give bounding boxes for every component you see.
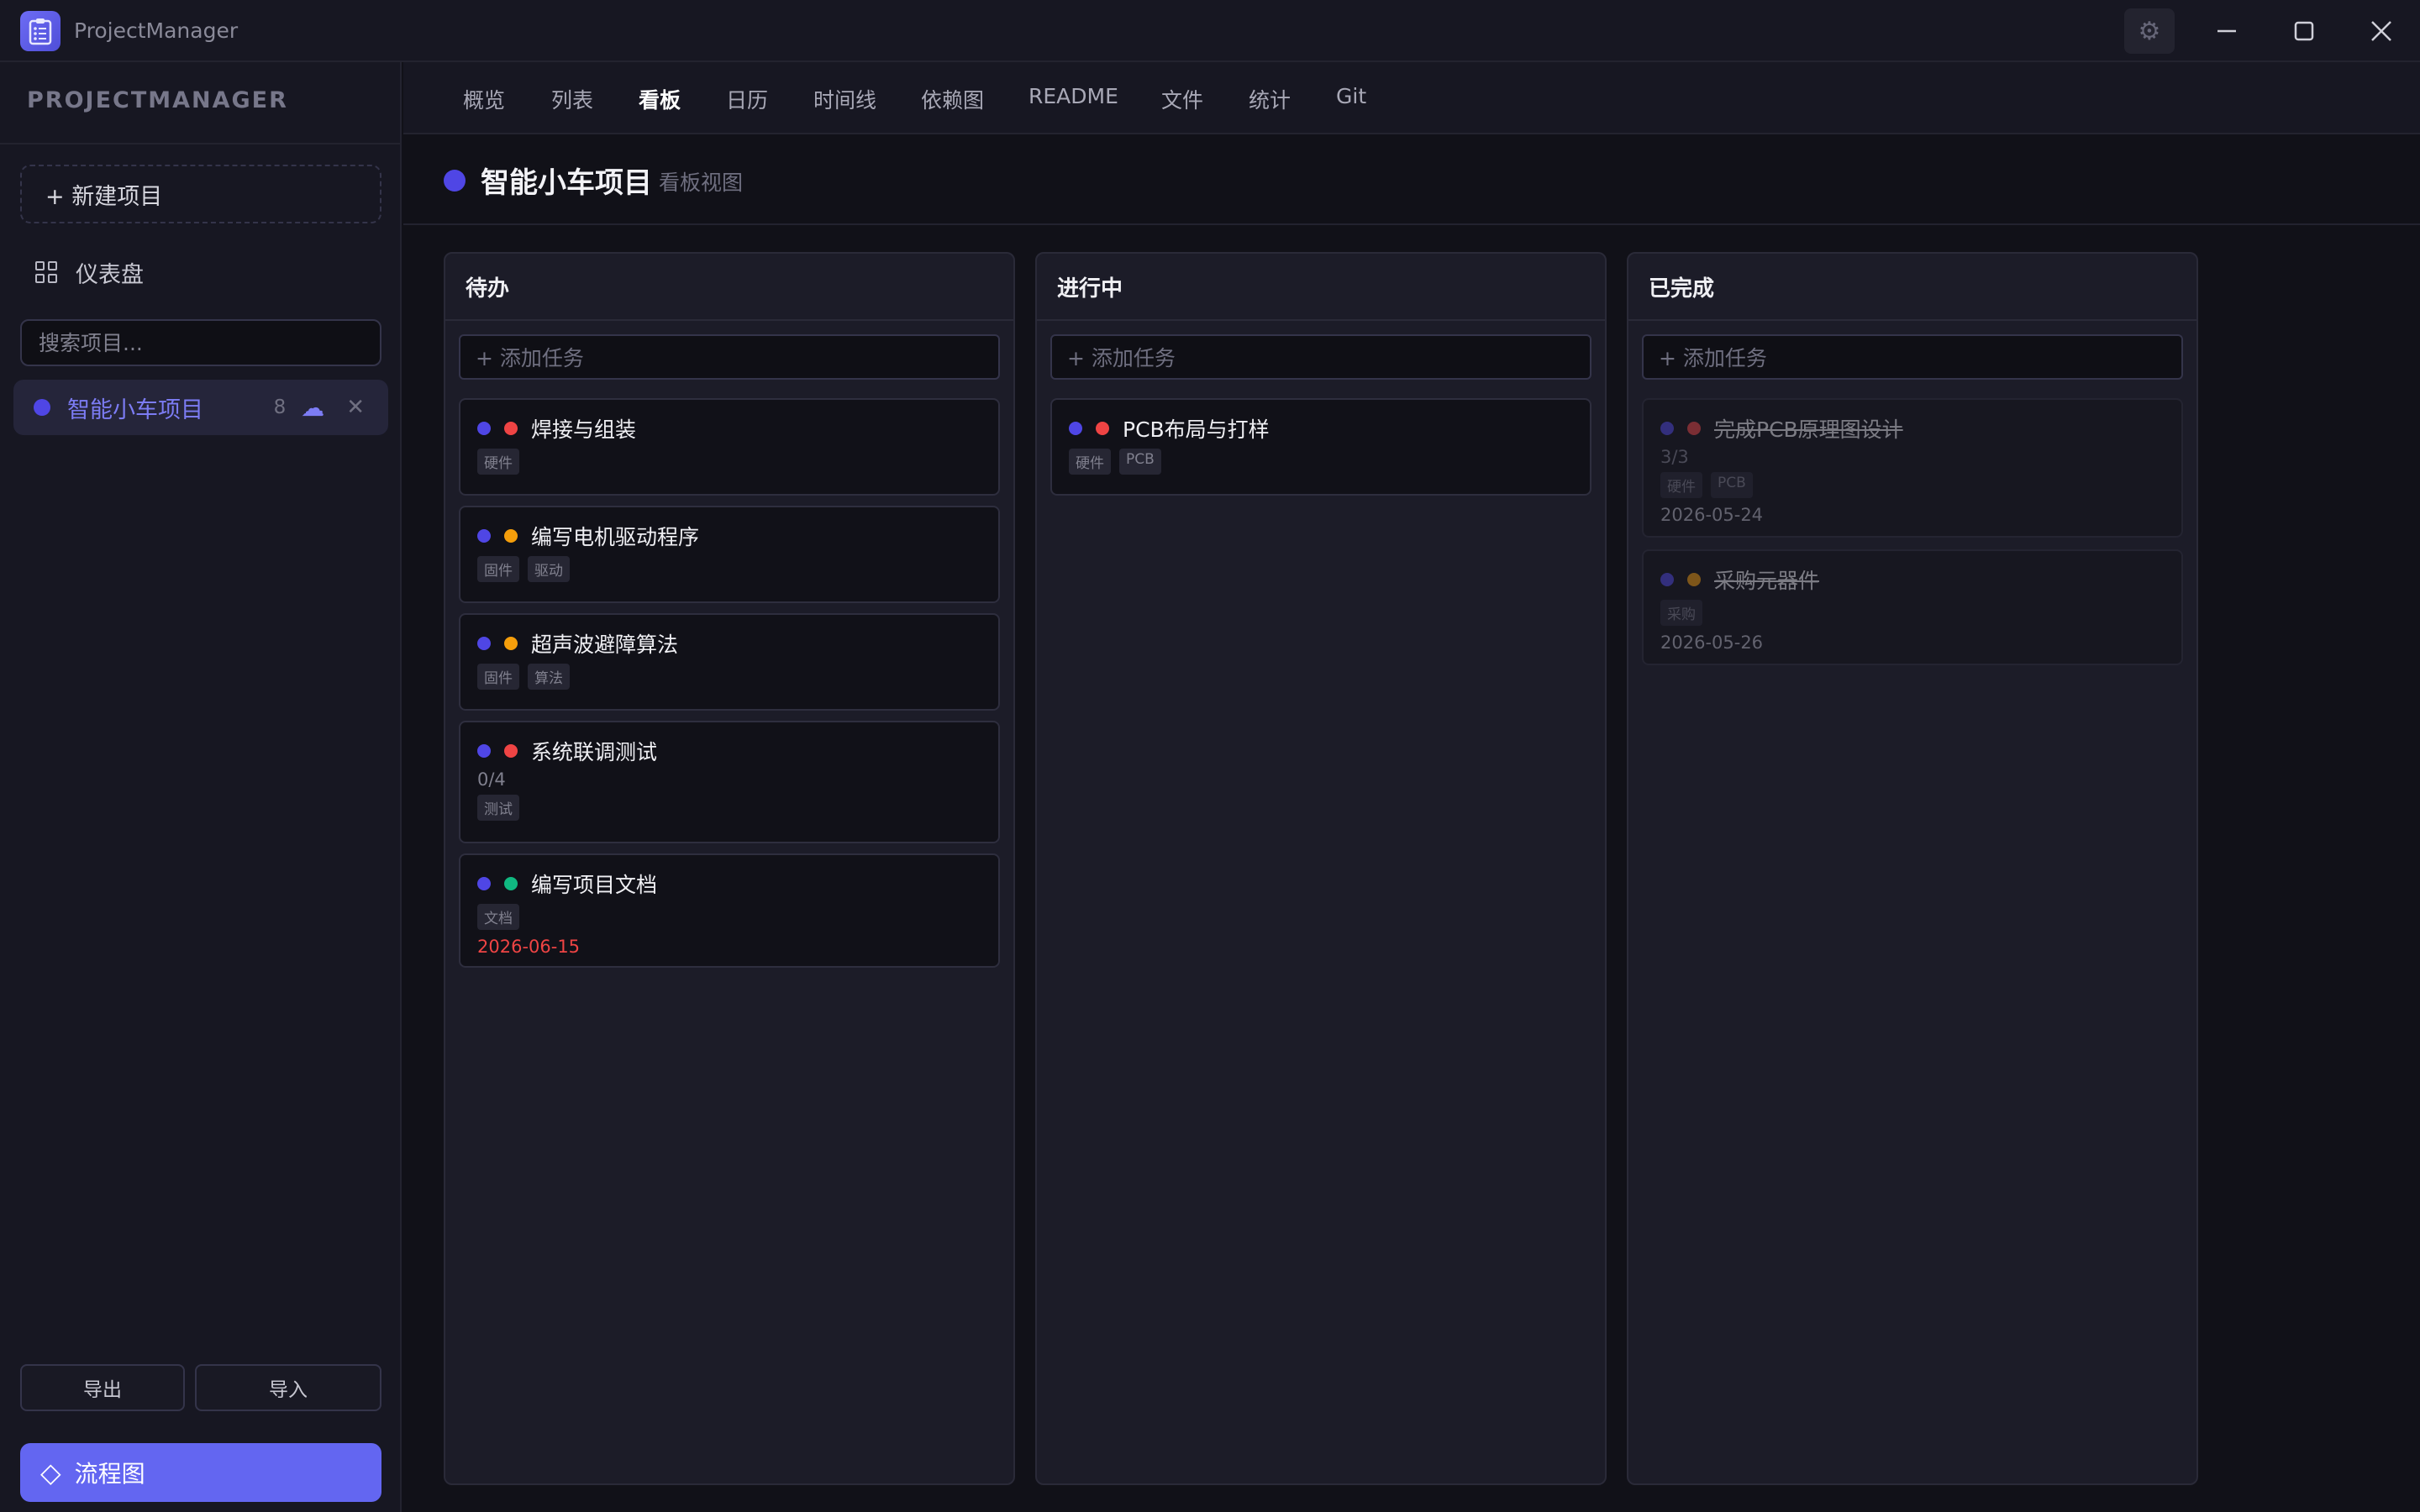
task-card[interactable]: 完成PCB原理图设计 3/3 硬件 PCB 2026-05-24: [1642, 398, 2183, 538]
diamond-icon: ◇: [40, 1457, 61, 1488]
column-title: 进行中: [1037, 254, 1605, 321]
sidebar-brand: PROJECTMANAGER: [27, 87, 288, 113]
tab-files[interactable]: 文件: [1161, 84, 1203, 114]
priority-dot: [504, 529, 518, 543]
subtask-progress: 3/3: [1660, 447, 1689, 467]
tab-timeline[interactable]: 时间线: [813, 84, 876, 114]
project-color-dot: [444, 170, 466, 192]
task-title: 系统联调测试: [531, 740, 658, 764]
project-dot: [477, 637, 491, 650]
priority-dot: [504, 637, 518, 650]
task-tag: 测试: [477, 795, 519, 821]
kanban-column-in-progress: 进行中 + 添加任务 PCB布局与打样 硬件 PCB: [1035, 252, 1607, 1485]
flowchart-button[interactable]: ◇ 流程图: [20, 1443, 381, 1502]
task-card[interactable]: 超声波避障算法 固件 算法: [459, 613, 1000, 711]
view-tabs: 概览 列表 看板 日历 时间线 依赖图 README 文件 统计 Git: [403, 62, 2420, 134]
task-title: 完成PCB原理图设计: [1714, 417, 1903, 442]
project-color-dot: [34, 399, 50, 416]
task-title: 超声波避障算法: [531, 633, 679, 657]
maximize-icon[interactable]: [2279, 8, 2329, 54]
task-card[interactable]: 系统联调测试 0/4 测试: [459, 721, 1000, 843]
divider: [0, 143, 402, 144]
add-task-input[interactable]: + 添加任务: [1642, 334, 2183, 380]
project-dot: [1660, 573, 1674, 586]
task-card[interactable]: 焊接与组装 硬件: [459, 398, 1000, 496]
task-tag: 硬件: [1069, 449, 1111, 475]
priority-dot: [504, 877, 518, 890]
column-title: 待办: [445, 254, 1013, 321]
sidebar-project-item[interactable]: 智能小车项目 8 ☁ ✕: [13, 380, 388, 435]
sidebar: PROJECTMANAGER + 新建项目 仪表盘 智能小车项目 8 ☁ ✕ 导…: [0, 62, 402, 1512]
due-date: 2026-06-15: [477, 937, 581, 957]
add-task-input[interactable]: + 添加任务: [459, 334, 1000, 380]
import-button[interactable]: 导入: [195, 1364, 381, 1411]
task-tag: 硬件: [1660, 472, 1702, 498]
project-dot: [477, 422, 491, 435]
tab-calendar[interactable]: 日历: [726, 84, 768, 114]
task-title: 编写电机驱动程序: [531, 525, 700, 549]
task-tag: 驱动: [528, 556, 570, 582]
tab-overview[interactable]: 概览: [463, 84, 505, 114]
search-input[interactable]: [20, 319, 381, 366]
due-date: 2026-05-24: [1660, 505, 1764, 525]
project-dot: [1660, 422, 1674, 435]
project-name: 智能小车项目: [67, 396, 203, 423]
dashboard-label: 仪表盘: [76, 261, 144, 288]
page-subtitle: 看板视图: [659, 171, 744, 195]
task-card[interactable]: 采购元器件 采购 2026-05-26: [1642, 549, 2183, 665]
project-dot: [477, 877, 491, 890]
new-project-button[interactable]: + 新建项目: [20, 165, 381, 223]
tab-git[interactable]: Git: [1336, 84, 1366, 108]
sidebar-item-dashboard[interactable]: 仪表盘: [20, 247, 381, 297]
task-tag: 算法: [528, 664, 570, 690]
project-task-count: 8: [273, 396, 287, 418]
task-tag: 固件: [477, 556, 519, 582]
task-tag: 固件: [477, 664, 519, 690]
project-dot: [477, 744, 491, 758]
kanban-column-done: 已完成 + 添加任务 完成PCB原理图设计 3/3 硬件 PCB 2026-05-…: [1627, 252, 2198, 1485]
close-window-icon[interactable]: [2356, 8, 2407, 54]
subtask-progress: 0/4: [477, 769, 506, 790]
priority-dot: [504, 744, 518, 758]
task-tag: 硬件: [477, 449, 519, 475]
app-logo-icon: [20, 11, 60, 51]
priority-dot: [1687, 573, 1701, 586]
task-card[interactable]: 编写项目文档 文档 2026-06-15: [459, 853, 1000, 968]
dashboard-grid-icon: [35, 261, 57, 283]
task-title: 采购元器件: [1714, 569, 1820, 593]
task-title: 焊接与组装: [531, 417, 637, 442]
export-button[interactable]: 导出: [20, 1364, 185, 1411]
tab-readme[interactable]: README: [1028, 84, 1118, 108]
priority-dot: [504, 422, 518, 435]
tab-list[interactable]: 列表: [551, 84, 593, 114]
page-header: 智能小车项目 看板视图: [403, 134, 2420, 225]
project-dot: [1069, 422, 1082, 435]
due-date: 2026-05-26: [1660, 633, 1764, 653]
kanban-column-todo: 待办 + 添加任务 焊接与组装 硬件 编写电机驱动程序 固件 驱动 超声波避障算法…: [444, 252, 1015, 1485]
settings-gear-icon[interactable]: ⚙: [2124, 8, 2175, 54]
close-project-icon[interactable]: ✕: [346, 395, 365, 420]
task-title: PCB布局与打样: [1123, 417, 1270, 442]
task-card[interactable]: 编写电机驱动程序 固件 驱动: [459, 506, 1000, 603]
page-title: 智能小车项目: [481, 166, 652, 200]
task-tag: PCB: [1711, 472, 1753, 498]
flowchart-label: 流程图: [74, 1460, 145, 1488]
priority-dot: [1687, 422, 1701, 435]
priority-dot: [1096, 422, 1109, 435]
column-title: 已完成: [1628, 254, 2196, 321]
tab-dependency-graph[interactable]: 依赖图: [921, 84, 984, 114]
minimize-icon[interactable]: [2202, 8, 2252, 54]
add-task-input[interactable]: + 添加任务: [1050, 334, 1591, 380]
task-card[interactable]: PCB布局与打样 硬件 PCB: [1050, 398, 1591, 496]
tab-statistics[interactable]: 统计: [1249, 84, 1291, 114]
cloud-sync-icon[interactable]: ☁: [301, 394, 324, 422]
project-dot: [477, 529, 491, 543]
title-bar: ProjectManager ⚙: [0, 0, 2420, 62]
task-tag: 采购: [1660, 600, 1702, 626]
tab-kanban[interactable]: 看板: [639, 84, 681, 114]
task-tag: PCB: [1119, 449, 1161, 475]
task-tag: 文档: [477, 904, 519, 930]
app-title: ProjectManager: [74, 18, 239, 43]
task-title: 编写项目文档: [531, 873, 658, 897]
